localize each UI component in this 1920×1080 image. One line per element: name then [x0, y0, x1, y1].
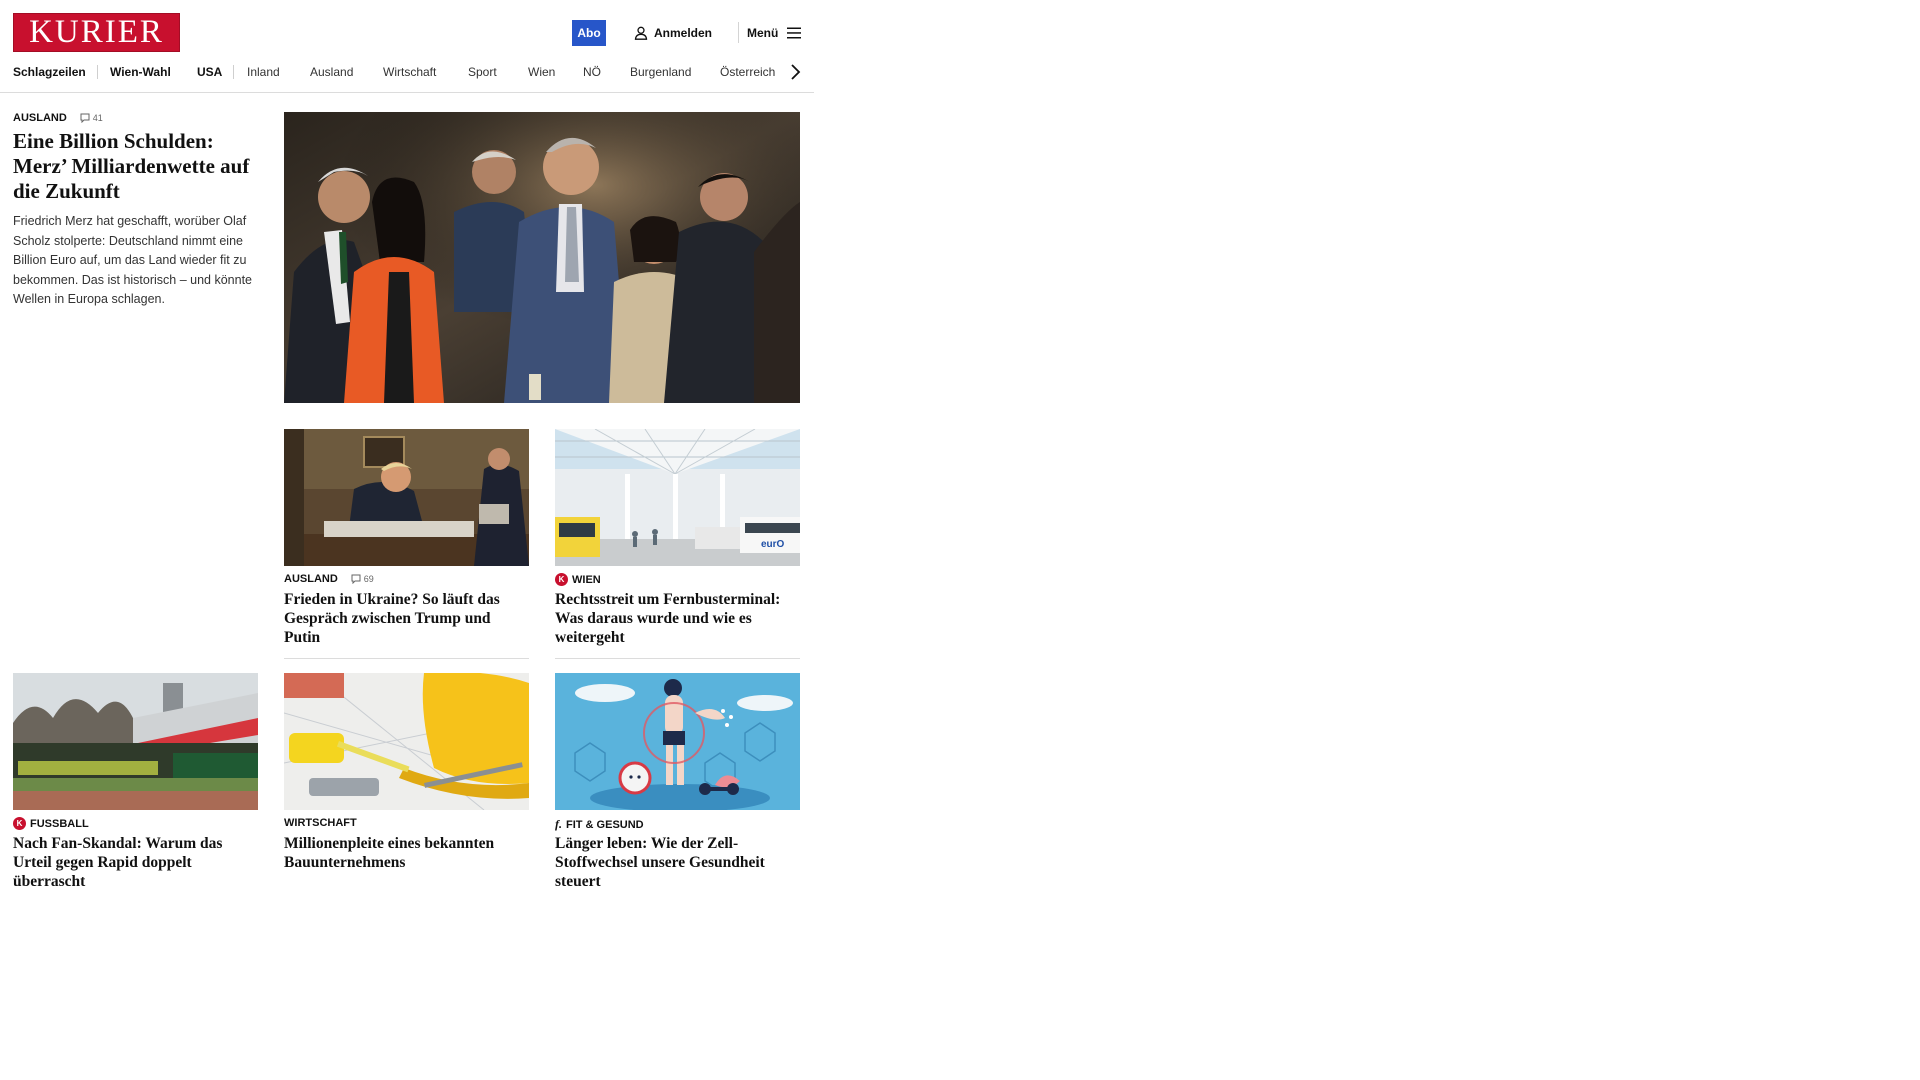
hamburger-icon — [787, 27, 802, 39]
oval-office-photo — [284, 429, 529, 566]
card-headline[interactable]: Rechtsstreit um Fernbusterminal: Was dar… — [555, 590, 800, 647]
nav-item-wien-wahl[interactable]: Wien-Wahl — [110, 60, 171, 84]
lead-image[interactable] — [284, 112, 800, 403]
card-image-rapid[interactable] — [13, 673, 258, 810]
comment-count-value: 41 — [92, 113, 103, 123]
kurier-plus-badge: K — [555, 573, 568, 586]
section-label: AUSLAND — [13, 112, 67, 124]
nav-item-inland[interactable]: Inland — [247, 60, 280, 84]
menu-button[interactable]: Menü — [747, 22, 802, 44]
comment-icon — [351, 574, 361, 584]
nav-item-noe[interactable]: NÖ — [583, 60, 601, 84]
nav-item-burgenland[interactable]: Burgenland — [630, 60, 691, 84]
comment-count[interactable]: 69 — [351, 574, 374, 584]
section-label: WIEN — [572, 573, 601, 586]
chevron-right-icon[interactable] — [787, 62, 805, 82]
user-icon — [634, 26, 648, 40]
nav-item-sport[interactable]: Sport — [468, 60, 497, 84]
card-headline[interactable]: Länger leben: Wie der Zell-Stoffwechsel … — [555, 834, 800, 891]
construction-tools-photo — [284, 673, 529, 810]
nav-item-schlagzeilen[interactable]: Schlagzeilen — [13, 60, 86, 84]
comment-count[interactable]: 41 — [80, 113, 103, 123]
lead-photo — [284, 112, 800, 403]
card-kicker: K WIEN — [555, 573, 601, 586]
login-button[interactable]: Anmelden — [634, 22, 712, 44]
nav-item-wien[interactable]: Wien — [528, 60, 555, 84]
article-kicker: AUSLAND 41 — [13, 112, 103, 124]
bus-terminal-rendering: eurO — [555, 429, 800, 566]
card-kicker: K FUSSBALL — [13, 817, 89, 830]
card-image-fernbusterminal[interactable]: eurO — [555, 429, 800, 566]
section-nav: Schlagzeilen Wien-Wahl USA Inland Auslan… — [13, 60, 813, 84]
card-headline[interactable]: Frieden in Ukraine? So läuft das Gespräc… — [284, 590, 529, 647]
card-image-ukraine[interactable] — [284, 429, 529, 566]
card-divider — [555, 658, 800, 659]
nav-divider — [97, 65, 98, 79]
section-label: FIT & GESUND — [566, 818, 644, 831]
section-label: FUSSBALL — [30, 817, 89, 830]
kurier-plus-badge: K — [13, 817, 26, 830]
logo-text: KURIER — [29, 14, 164, 50]
section-label: WIRTSCHAFT — [284, 817, 357, 829]
card-headline[interactable]: Millionenpleite eines bekannten Bauunter… — [284, 834, 529, 872]
menu-label: Menü — [747, 26, 779, 40]
nav-item-ausland[interactable]: Ausland — [310, 60, 353, 84]
bus-logo-text: eurO — [761, 539, 785, 550]
card-image-zellstoffwechsel[interactable] — [555, 673, 800, 810]
nav-divider — [233, 65, 234, 79]
card-kicker: AUSLAND 69 — [284, 573, 374, 585]
health-illustration — [555, 673, 800, 810]
header-divider — [738, 22, 739, 43]
card-headline[interactable]: Nach Fan-Skandal: Warum das Urteil gegen… — [13, 834, 258, 891]
lead-teaser: Friedrich Merz hat geschafft, worüber Ol… — [13, 214, 253, 306]
section-label: AUSLAND — [284, 573, 338, 585]
abo-button[interactable]: Abo — [572, 20, 606, 46]
site-header: KURIER Abo Anmelden Menü Schlagzeilen Wi… — [0, 0, 814, 93]
login-label: Anmelden — [654, 26, 713, 40]
comment-icon — [80, 113, 90, 123]
card-kicker: f. FIT & GESUND — [555, 817, 644, 832]
card-image-bauunternehmen[interactable] — [284, 673, 529, 810]
comment-count-value: 69 — [363, 574, 374, 584]
card-kicker: WIRTSCHAFT — [284, 817, 357, 829]
lead-headline[interactable]: Eine Billion Schulden: Merz’ Milliardenw… — [13, 129, 263, 204]
kurier-logo[interactable]: KURIER — [13, 13, 180, 52]
card-divider — [284, 658, 529, 659]
stadium-photo — [13, 673, 258, 810]
nav-item-wirtschaft[interactable]: Wirtschaft — [383, 60, 436, 84]
nav-item-oesterreich[interactable]: Österreich — [720, 60, 775, 84]
nav-item-usa[interactable]: USA — [197, 60, 222, 84]
fit-gesund-badge: f. — [555, 817, 562, 831]
